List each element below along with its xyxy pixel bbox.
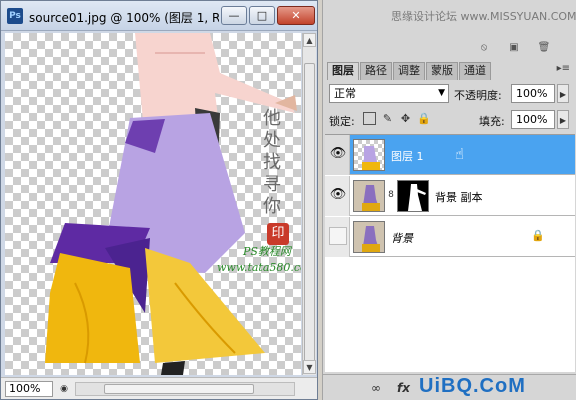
status-menu-arrow-icon[interactable]: ◉ bbox=[57, 382, 71, 396]
canvas-watermark-url: www.tata580.com bbox=[217, 261, 301, 274]
lock-label: 锁定: bbox=[329, 115, 355, 128]
hidden-visibility-box[interactable] bbox=[329, 227, 347, 245]
calligraphy-char: 寻 bbox=[263, 174, 281, 195]
visibility-column: 👁 bbox=[325, 135, 350, 175]
tab-layers[interactable]: 图层 bbox=[327, 62, 359, 80]
calligraphy-text: 他 处 找 寻 你 bbox=[263, 108, 293, 218]
site-watermark: 思缘设计论坛 www.MISSYUAN.COM bbox=[391, 10, 576, 23]
document-title: source01.jpg @ 100% (图层 1, RG... bbox=[29, 11, 219, 25]
eye-icon[interactable]: 👁 bbox=[329, 187, 347, 203]
visibility-column: 👁 bbox=[325, 176, 350, 216]
lock-move-icon[interactable]: ✥ bbox=[399, 112, 412, 125]
seal-stamp: 印 bbox=[267, 223, 289, 245]
lock-icon: 🔒 bbox=[531, 229, 545, 242]
close-button[interactable]: ✕ bbox=[277, 6, 315, 25]
layer-row-background[interactable]: 背景 🔒 bbox=[325, 217, 575, 257]
layer-thumbnail bbox=[353, 139, 385, 171]
calligraphy-char: 找 bbox=[263, 152, 281, 173]
layer-row-background-copy[interactable]: 👁 8 背景 副本 bbox=[325, 176, 575, 216]
tab-masks[interactable]: 蒙版 bbox=[426, 62, 458, 80]
site-logo: UiBQ.CoM bbox=[419, 375, 526, 397]
layer-mask-thumbnail[interactable] bbox=[397, 180, 429, 212]
image-canvas[interactable]: 他 处 找 寻 你 印 PS教程网 www.tata580.com bbox=[5, 33, 301, 375]
chevron-down-icon: ▼ bbox=[438, 88, 445, 98]
lock-fill-row: 锁定: ✎ ✥ 🔒 填充: 100% ▶ bbox=[327, 108, 573, 132]
eye-icon[interactable]: 👁 bbox=[329, 146, 347, 162]
link-chain-icon[interactable]: 8 bbox=[387, 188, 395, 202]
status-bar: 100% ◉ bbox=[1, 377, 317, 399]
maximize-button[interactable]: □ bbox=[249, 6, 275, 25]
layer-thumbnail bbox=[353, 221, 385, 253]
horizontal-scrollbar[interactable] bbox=[75, 382, 295, 396]
blend-opacity-row: 正常 ▼ 不透明度: 100% ▶ bbox=[327, 82, 573, 106]
layers-panel: 图层 路径 调整 蒙版 通道 ▸≡ 正常 ▼ 不透明度: 100% ▶ 锁定: … bbox=[322, 60, 576, 400]
opacity-slider-arrow-icon[interactable]: ▶ bbox=[557, 84, 569, 103]
layers-panel-footer: ∞ fx UiBQ.CoM bbox=[323, 374, 576, 400]
tab-adjustments[interactable]: 调整 bbox=[393, 62, 425, 80]
layer-name[interactable]: 背景 副本 bbox=[435, 189, 483, 205]
fill-field[interactable]: 100% bbox=[511, 110, 555, 129]
top-right-panel: 思缘设计论坛 www.MISSYUAN.COM ⦸ ▣ 🗑 bbox=[322, 0, 576, 60]
opacity-label: 不透明度: bbox=[454, 89, 502, 102]
minimize-button[interactable]: — bbox=[221, 6, 247, 25]
opacity-field[interactable]: 100% bbox=[511, 84, 555, 103]
scroll-down-arrow-icon[interactable]: ▼ bbox=[303, 360, 316, 374]
new-item-icon[interactable]: ▣ bbox=[507, 42, 521, 54]
document-window: Ps source01.jpg @ 100% (图层 1, RG... — □ … bbox=[0, 0, 318, 400]
link-layers-icon[interactable]: ∞ bbox=[371, 381, 381, 395]
blend-mode-value: 正常 bbox=[334, 87, 356, 100]
calligraphy-char: 你 bbox=[263, 196, 281, 217]
vertical-scroll-thumb[interactable] bbox=[304, 63, 315, 363]
layer-style-fx-icon[interactable]: fx bbox=[397, 381, 410, 395]
zoom-level-field[interactable]: 100% bbox=[5, 381, 53, 397]
layer-name[interactable]: 图层 1 bbox=[391, 148, 424, 164]
lock-transparent-icon[interactable] bbox=[363, 112, 376, 125]
layer-list: 👁 图层 1 ☝ 👁 8 背景 副本 背景 🔒 bbox=[325, 134, 575, 372]
horizontal-scroll-thumb[interactable] bbox=[104, 384, 254, 394]
canvas-watermark-title: PS教程网 bbox=[243, 245, 291, 258]
document-title-bar[interactable]: Ps source01.jpg @ 100% (图层 1, RG... — □ … bbox=[1, 1, 317, 31]
calligraphy-char: 处 bbox=[263, 130, 281, 151]
no-icon[interactable]: ⦸ bbox=[477, 42, 491, 54]
vertical-scrollbar[interactable]: ▲ ▼ bbox=[302, 33, 316, 375]
layer-row-layer1[interactable]: 👁 图层 1 ☝ bbox=[325, 135, 575, 175]
fill-label: 填充: bbox=[479, 115, 505, 128]
layer-name[interactable]: 背景 bbox=[391, 230, 413, 246]
lock-paint-brush-icon[interactable]: ✎ bbox=[381, 112, 394, 125]
cutout-dancer-image bbox=[45, 33, 297, 375]
layer-thumbnail bbox=[353, 180, 385, 212]
photoshop-icon: Ps bbox=[7, 8, 23, 24]
calligraphy-char: 他 bbox=[263, 108, 281, 129]
tab-paths[interactable]: 路径 bbox=[360, 62, 392, 80]
hand-cursor-icon: ☝ bbox=[455, 145, 465, 163]
scroll-up-arrow-icon[interactable]: ▲ bbox=[303, 33, 316, 47]
panel-tabs: 图层 路径 调整 蒙版 通道 bbox=[327, 62, 492, 80]
panel-menu-icon[interactable]: ▸≡ bbox=[557, 63, 570, 74]
blend-mode-select[interactable]: 正常 ▼ bbox=[329, 84, 449, 103]
fill-slider-arrow-icon[interactable]: ▶ bbox=[557, 110, 569, 129]
lock-all-icon[interactable]: 🔒 bbox=[417, 112, 431, 125]
visibility-column bbox=[325, 217, 350, 257]
trash-icon[interactable]: 🗑 bbox=[537, 42, 551, 54]
tab-channels[interactable]: 通道 bbox=[459, 62, 491, 80]
